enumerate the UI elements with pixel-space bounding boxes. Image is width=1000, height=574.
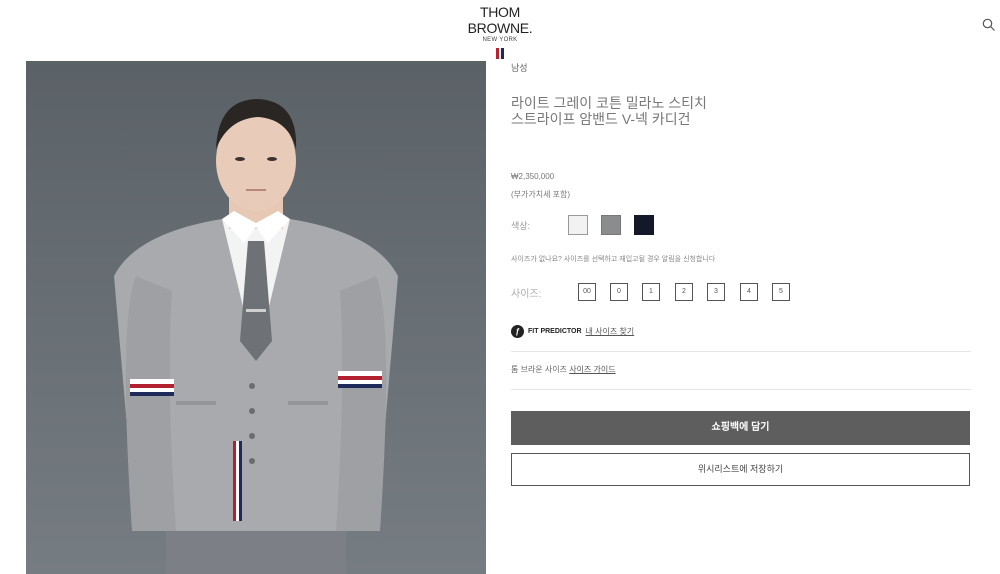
size-option-5[interactable]: 5 [772,283,790,301]
size-notify-note: 사이즈가 없나요? 사이즈를 선택하고 재입고될 경우 알림을 신청합니다 [511,256,716,263]
size-option-0[interactable]: 0 [610,283,628,301]
size-option-1[interactable]: 1 [642,283,660,301]
brand-flag-icon [450,48,550,59]
site-header: THOM BROWNE. NEW YORK [0,0,1000,59]
fit-predictor-row: ƒ FIT PREDICTOR 내 사이즈 찾기 [511,324,634,338]
size-guide-row: 톰 브라운 사이즈 사이즈 가이드 [511,364,616,375]
add-to-wishlist-button[interactable]: 위시리스트에 저장하기 [511,453,970,486]
product-category[interactable]: 남성 [511,61,528,74]
size-option-00[interactable]: 00 [578,283,596,301]
find-my-size-link[interactable]: 내 사이즈 찾기 [586,326,635,337]
color-label: 색상: [511,221,531,231]
search-icon[interactable] [982,18,996,32]
fit-predictor-icon: ƒ [511,324,524,338]
size-option-4[interactable]: 4 [740,283,758,301]
vat-note: (부가가치세 포함) [511,190,571,199]
color-swatch-white[interactable] [568,215,588,235]
brand-name: THOM BROWNE. [467,4,533,36]
size-label: 사이즈: [511,289,542,300]
size-guide-prefix: 톰 브라운 사이즈 [511,365,567,374]
flag-stripe-red [496,48,499,59]
size-option-3[interactable]: 3 [707,283,725,301]
color-swatch-grey[interactable] [601,215,621,235]
fit-predictor-label: FIT PREDICTOR [528,327,582,335]
color-swatch-navy[interactable] [634,215,654,235]
size-guide-link[interactable]: 사이즈 가이드 [569,365,615,374]
brand-logo[interactable]: THOM BROWNE. NEW YORK [450,4,550,59]
product-title: 라이트 그레이 코튼 밀라노 스티치 스트라이프 암밴드 V-넥 카디건 [511,95,707,127]
brand-subtitle: NEW YORK [482,37,518,43]
divider [511,351,971,352]
divider [511,389,971,390]
product-price: ₩2,350,000 [511,172,555,181]
size-option-2[interactable]: 2 [675,283,693,301]
product-image[interactable] [26,61,486,574]
add-to-bag-button[interactable]: 쇼핑백에 담기 [511,411,970,445]
flag-stripe-blue [501,48,504,59]
